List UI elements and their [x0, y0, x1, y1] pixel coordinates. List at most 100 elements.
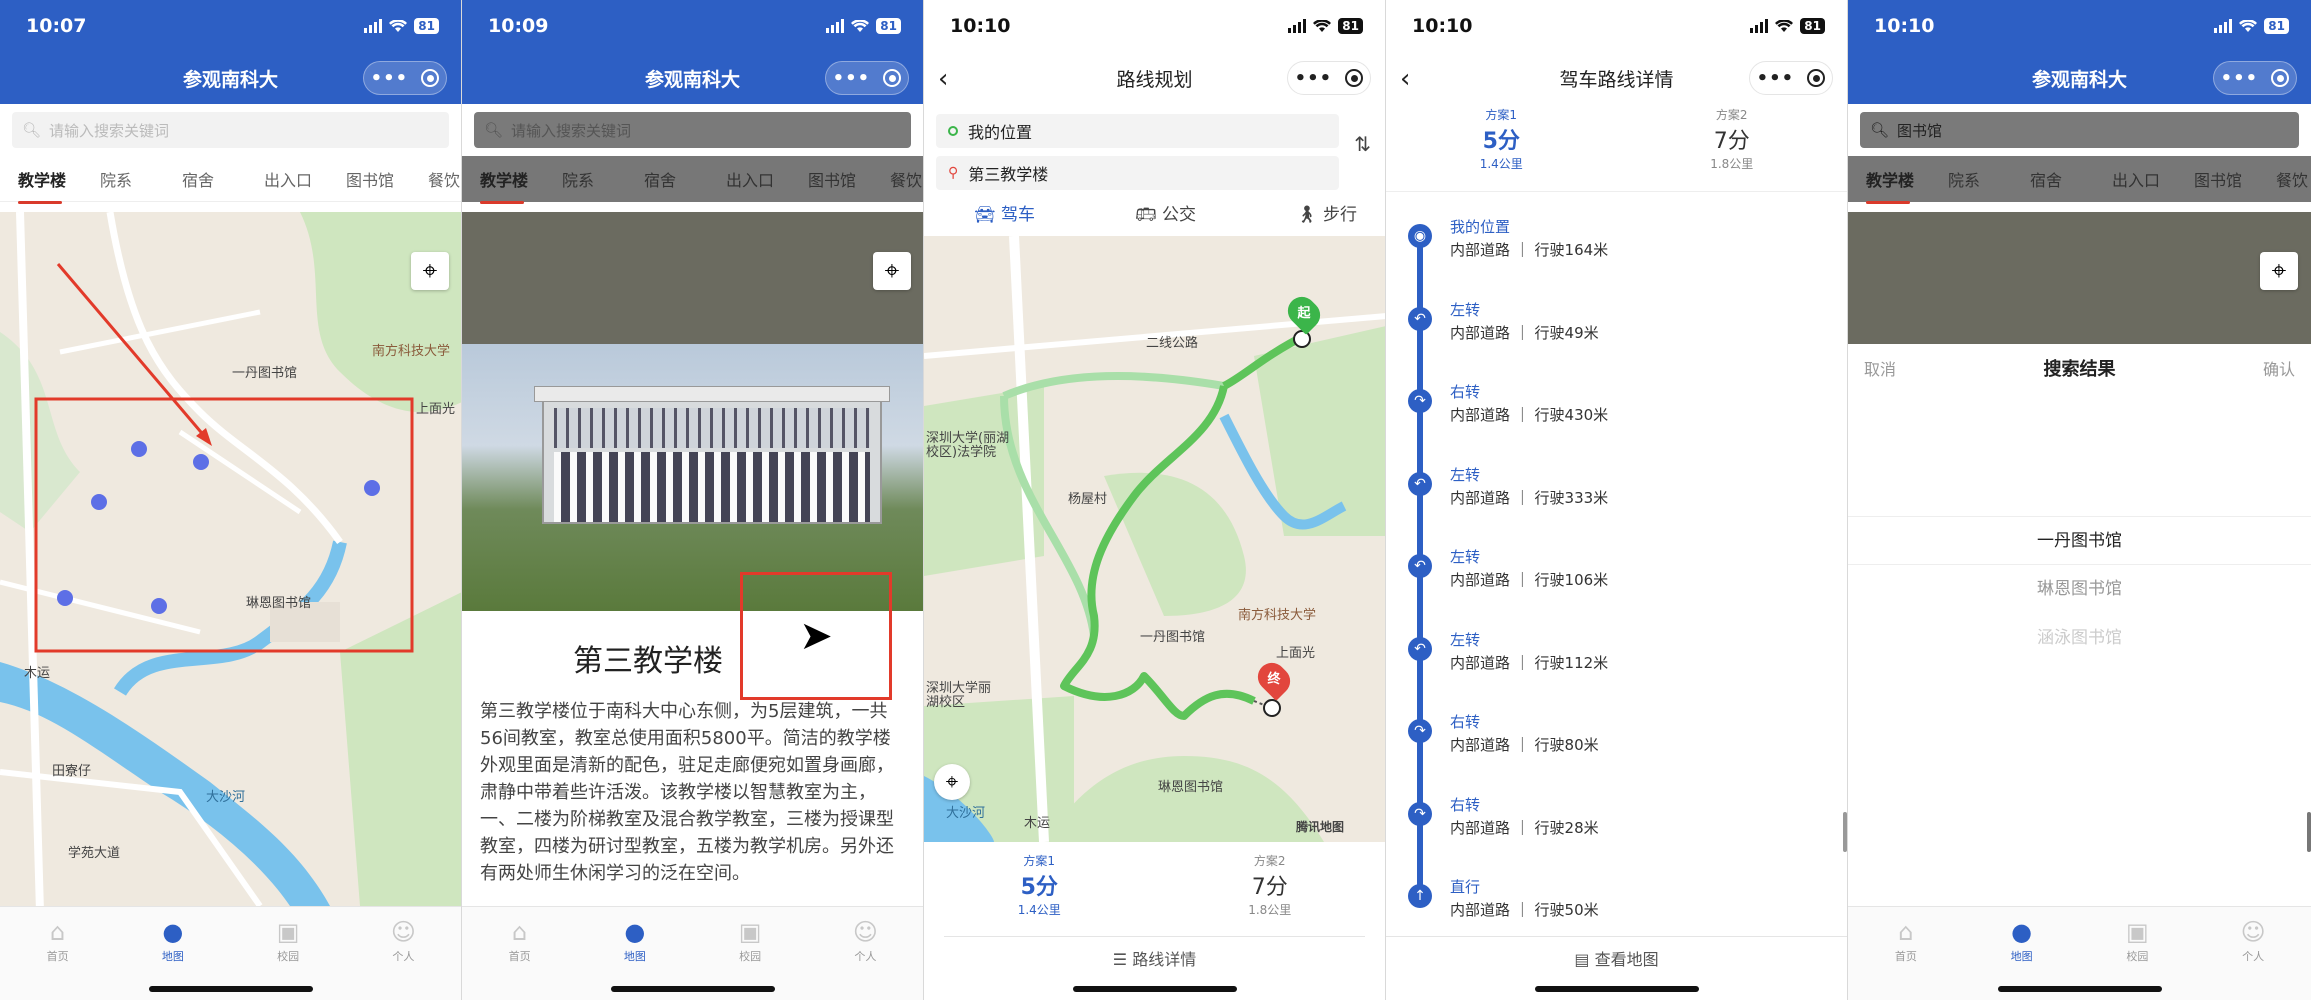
campus-map[interactable]: 南方科技大学 一丹图书馆 上面光 琳恩图书馆 木运 田寮仔 学苑大道 大沙河 ⌖ [0, 212, 461, 906]
turn-right-icon: ↷ [1408, 719, 1432, 743]
tab-library[interactable]: 图书馆 [808, 167, 890, 191]
nav-bar: 参观南科大 ••• [0, 52, 461, 104]
building-description: 第三教学楼位于南科大中心东侧，为5层建筑，一共56间教室，教室总使用面积5800… [480, 701, 894, 884]
tab-library[interactable]: 图书馆 [346, 167, 428, 191]
navigate-arrow-icon[interactable]: ➤ [799, 613, 833, 659]
mode-walk[interactable]: 🚶︎ 步行 [1296, 200, 1357, 234]
tab-entrances[interactable]: 出入口 [726, 167, 808, 191]
route-map[interactable]: 起 终 二线公路 深圳大学(丽湖校区)法学院 杨屋村 南方科技大学 一丹图书馆 … [924, 236, 1385, 842]
tabbar-profile[interactable]: ☺ 个人 [2223, 919, 2283, 1000]
turn-right-icon: ↷ [1408, 801, 1432, 826]
more-icon[interactable]: ••• [2221, 68, 2259, 89]
locate-button[interactable]: ⌖ [873, 252, 911, 290]
result-item[interactable]: 琳恩图书馆 [1848, 565, 2311, 614]
tabbar-profile[interactable]: ☺ 个人 [373, 919, 433, 1000]
home-indicator [610, 986, 775, 992]
poi-markers[interactable] [57, 441, 380, 614]
locate-button[interactable]: ⌖ [934, 764, 970, 800]
scrollbar[interactable] [2307, 812, 2311, 852]
tab-teaching-building[interactable]: 教学楼 [1866, 167, 1948, 204]
mini-program-capsule[interactable]: ••• [1749, 61, 1833, 95]
tab-departments[interactable]: 院系 [100, 167, 182, 191]
tab-dining[interactable]: 餐饮 [2276, 167, 2311, 191]
route-step: ↷ 右转 内部道路 ｜ 行驶80米 [1386, 711, 1847, 809]
result-item[interactable]: 一丹图书馆 [1848, 516, 2311, 565]
more-icon[interactable]: ••• [1295, 68, 1333, 89]
tab-dining[interactable]: 餐饮 [428, 167, 461, 191]
search-input[interactable]: 🔍︎ 图书馆 [1860, 112, 2299, 148]
tab-dorms[interactable]: 宿舍 [644, 167, 726, 191]
confirm-button[interactable]: 确认 [2263, 356, 2295, 380]
status-time: 10:10 [950, 15, 1011, 37]
battery-icon: 81 [414, 18, 439, 34]
mini-program-capsule[interactable]: ••• [825, 61, 909, 95]
tab-teaching-building[interactable]: 教学楼 [480, 167, 562, 204]
tab-teaching-building[interactable]: 教学楼 [18, 167, 100, 204]
chat-icon: ▣ [738, 918, 762, 946]
locate-button[interactable]: ⌖ [2260, 252, 2298, 290]
tab-entrances[interactable]: 出入口 [2112, 167, 2194, 191]
status-time: 10:10 [1874, 15, 1935, 37]
mode-drive[interactable]: 🚘︎ 驾车 [974, 200, 1035, 234]
signal-icon [826, 19, 845, 33]
annotation-navigate-box[interactable]: ➤ [740, 572, 892, 700]
status-time: 10:10 [1412, 15, 1473, 37]
tabbar-home[interactable]: ⌂ 首页 [490, 919, 550, 1000]
plan-2[interactable]: 方案2 7分 1.8公里 [1248, 852, 1291, 918]
search-placeholder: 请输入搜索关键词 [49, 121, 170, 140]
status-bar: 10:10 81 [1848, 0, 2311, 52]
screen-route-planning: 10:10 81 ‹ 路线规划 ••• 我的位置 ⚲ 第三教学楼 ⇅ 🚘︎ 驾车 … [924, 0, 1386, 1000]
tab-entrances[interactable]: 出入口 [264, 167, 346, 191]
close-program-icon[interactable] [1807, 69, 1826, 87]
search-input[interactable]: 🔍︎ 请输入搜索关键词 [12, 112, 449, 148]
wifi-icon [2239, 19, 2258, 32]
back-icon[interactable]: ‹ [1400, 64, 1410, 94]
map-label-szu-lihu: 深圳大学丽湖校区 [926, 681, 992, 710]
close-program-icon[interactable] [1345, 69, 1364, 87]
search-input[interactable]: 🔍︎ 请输入搜索关键词 [474, 112, 911, 148]
close-program-icon[interactable] [2271, 69, 2290, 87]
tabbar-home[interactable]: ⌂ 首页 [28, 919, 88, 1000]
plan-1[interactable]: 方案1 5分 1.4公里 [1018, 852, 1061, 918]
view-map-button[interactable]: ▤ 查看地图 [1386, 946, 1847, 970]
user-icon: ☺ [852, 918, 878, 946]
search-icon: 🔍︎ [22, 121, 42, 139]
tab-departments[interactable]: 院系 [1948, 167, 2030, 191]
mini-program-capsule[interactable]: ••• [363, 61, 447, 95]
building-photo [462, 344, 923, 611]
category-tabs: 教学楼 院系 宿舍 出入口 图书馆 餐饮 [462, 156, 923, 204]
locate-button[interactable]: ⌖ [411, 252, 449, 290]
more-icon[interactable]: ••• [1757, 68, 1795, 89]
more-icon[interactable]: ••• [833, 68, 871, 89]
wifi-icon [389, 19, 408, 32]
more-icon[interactable]: ••• [371, 68, 409, 89]
map-pin-icon: ● [624, 918, 646, 946]
close-program-icon[interactable] [421, 69, 440, 87]
wifi-icon [1775, 19, 1794, 32]
mini-program-capsule[interactable]: ••• [1287, 61, 1371, 95]
route-detail-button[interactable]: ☰ 路线详情 [924, 946, 1385, 970]
chat-icon: ▣ [276, 918, 300, 946]
mini-program-capsule[interactable]: ••• [2213, 61, 2297, 95]
back-icon[interactable]: ‹ [938, 64, 948, 94]
scrollbar[interactable] [1843, 812, 1847, 852]
tab-dorms[interactable]: 宿舍 [182, 167, 264, 191]
tab-library[interactable]: 图书馆 [2194, 167, 2276, 191]
tab-dining[interactable]: 餐饮 [890, 167, 923, 191]
tabbar-home[interactable]: ⌂ 首页 [1876, 919, 1936, 1000]
destination-field[interactable]: ⚲ 第三教学楼 [936, 156, 1339, 190]
plan-1[interactable]: 方案1 5分 1.4公里 [1480, 106, 1523, 191]
mode-bus[interactable]: 🚌︎ 公交 [1135, 200, 1196, 234]
swap-icon[interactable]: ⇅ [1354, 132, 1371, 156]
status-bar: 10:10 81 [1386, 0, 1847, 52]
result-item[interactable]: 涵泳图书馆 [1848, 614, 2311, 663]
cancel-button[interactable]: 取消 [1864, 356, 1896, 380]
close-program-icon[interactable] [883, 69, 902, 87]
plan-2[interactable]: 方案2 7分 1.8公里 [1710, 106, 1753, 191]
result-list[interactable]: 一丹图书馆 琳恩图书馆 涵泳图书馆 [1848, 516, 2311, 663]
travel-modes: 🚘︎ 驾车 🚌︎ 公交 🚶︎ 步行 [924, 190, 1385, 234]
origin-field[interactable]: 我的位置 [936, 114, 1339, 148]
tabbar-profile[interactable]: ☺ 个人 [835, 919, 895, 1000]
tab-dorms[interactable]: 宿舍 [2030, 167, 2112, 191]
tab-departments[interactable]: 院系 [562, 167, 644, 191]
